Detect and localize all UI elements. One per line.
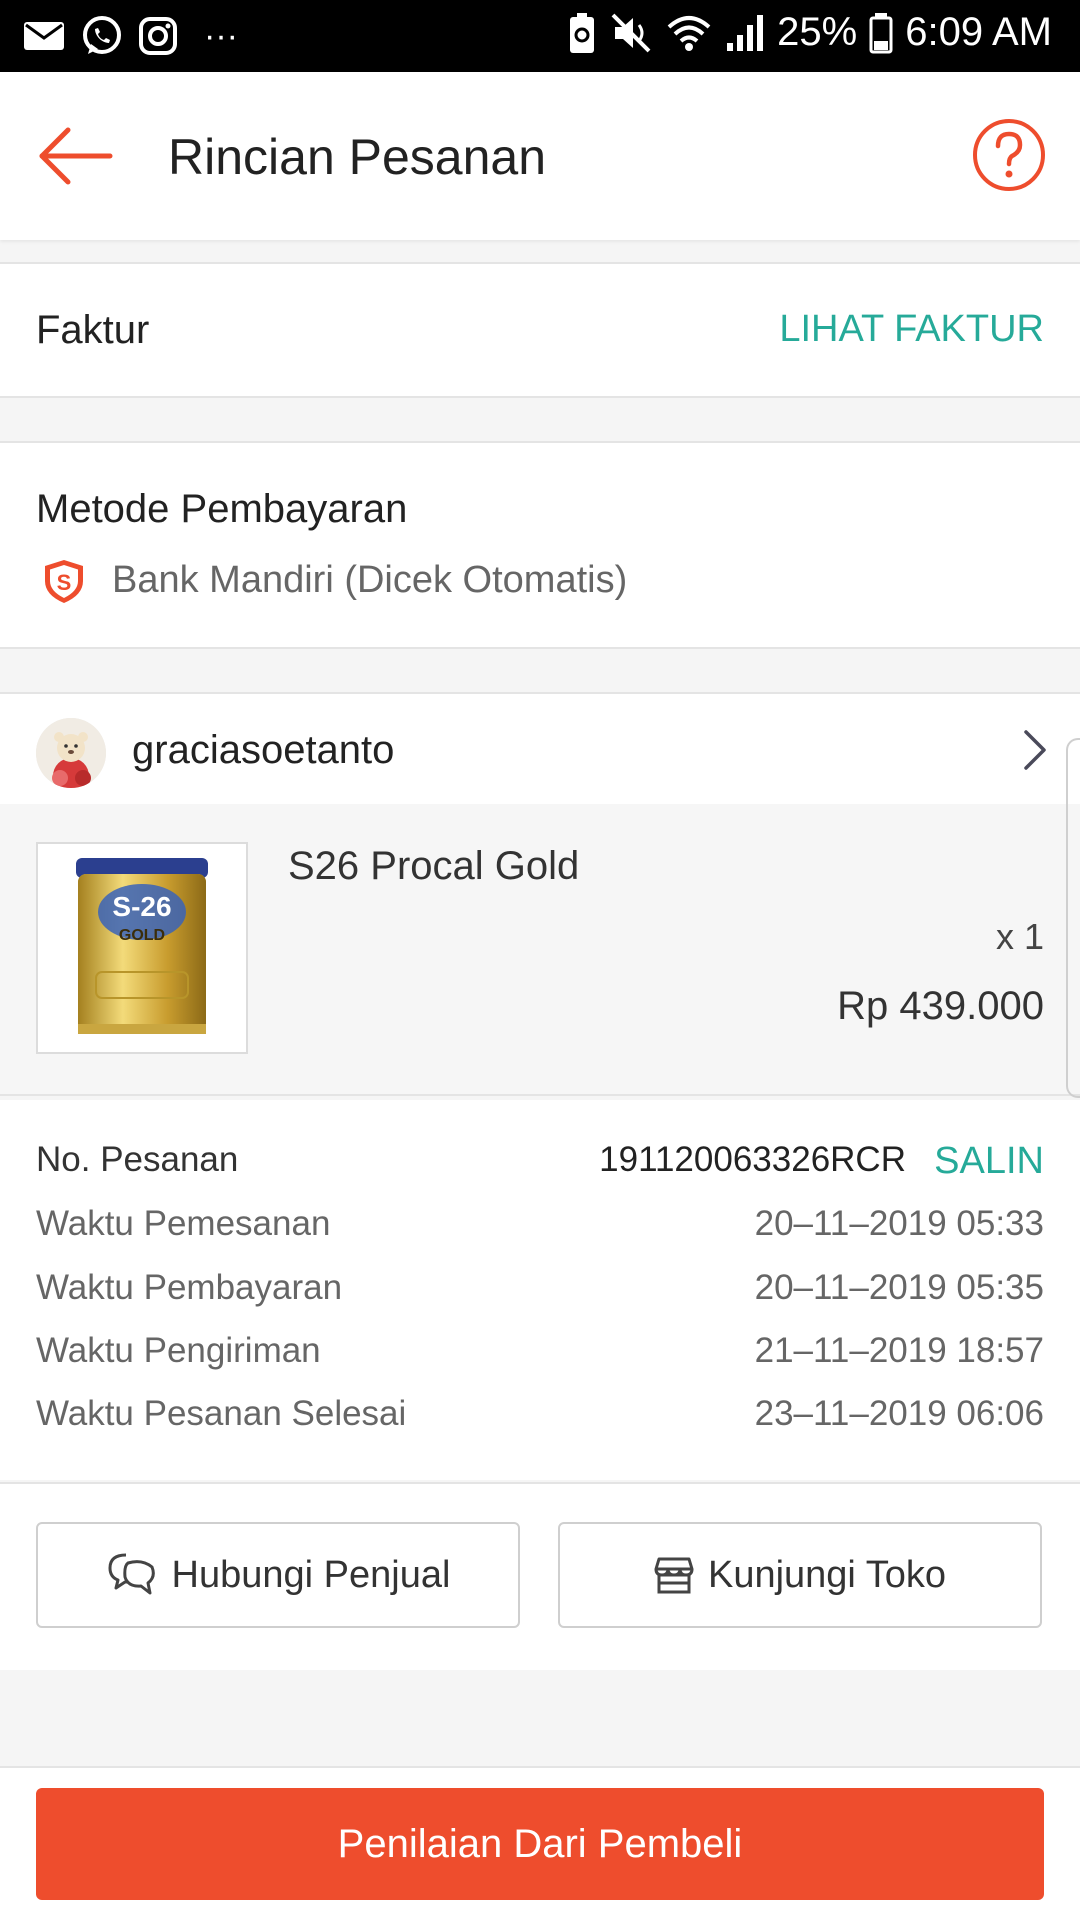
detail-row: Waktu Pemesanan 20–11–2019 05:33 bbox=[36, 1204, 1044, 1254]
scroll-edge-handle bbox=[1066, 738, 1080, 1098]
bottom-bar: Penilaian Dari Pembeli bbox=[0, 1766, 1080, 1922]
order-number-value: 191120063326RCR bbox=[599, 1140, 906, 1179]
help-icon[interactable] bbox=[972, 118, 1046, 192]
clock: 6:09 AM bbox=[905, 10, 1052, 54]
payment-time-value: 20–11–2019 05:35 bbox=[754, 1268, 1044, 1307]
product-image-brand: S-26 bbox=[112, 891, 171, 922]
back-arrow-icon[interactable] bbox=[36, 124, 116, 188]
buyer-rating-button[interactable]: Penilaian Dari Pembeli bbox=[36, 1788, 1044, 1900]
battery-percent: 25% bbox=[777, 10, 858, 54]
shipping-time-value: 21–11–2019 18:57 bbox=[754, 1331, 1044, 1370]
action-buttons: Hubungi Penjual Kunjungi Toko bbox=[0, 1482, 1080, 1670]
order-time-label: Waktu Pemesanan bbox=[36, 1204, 331, 1243]
product-price: Rp 439.000 bbox=[837, 984, 1044, 1028]
payment-method-label: Metode Pembayaran bbox=[36, 487, 408, 531]
signal-icon bbox=[727, 14, 764, 51]
visit-shop-label: Kunjungi Toko bbox=[707, 1553, 947, 1596]
product-quantity: x 1 bbox=[995, 916, 1044, 957]
completed-time-value: 23–11–2019 06:06 bbox=[754, 1394, 1044, 1433]
notification-icons: ··· bbox=[22, 14, 238, 58]
page-title: Rincian Pesanan bbox=[168, 129, 547, 185]
wifi-icon bbox=[667, 15, 711, 51]
product-image[interactable]: S-26 GOLD bbox=[36, 842, 248, 1054]
store-icon bbox=[654, 1557, 694, 1594]
product-name[interactable]: S26 Procal Gold bbox=[288, 844, 579, 889]
contact-seller-label: Hubungi Penjual bbox=[171, 1553, 451, 1596]
payment-method-value: Bank Mandiri (Dicek Otomatis) bbox=[112, 559, 628, 601]
payment-time-label: Waktu Pembayaran bbox=[36, 1268, 343, 1307]
battery-saver-icon bbox=[570, 12, 595, 53]
whatsapp-icon bbox=[83, 16, 121, 54]
chevron-right-icon[interactable] bbox=[1020, 728, 1050, 772]
shield-payment-icon: S bbox=[45, 560, 83, 603]
order-time-value: 20–11–2019 05:33 bbox=[754, 1204, 1044, 1243]
order-details: No. Pesanan 191120063326RCR SALIN Waktu … bbox=[0, 1100, 1080, 1480]
instagram-icon bbox=[139, 17, 177, 55]
milk-can-image: S-26 GOLD bbox=[76, 858, 208, 1034]
detail-row: Waktu Pembayaran 20–11–2019 05:35 bbox=[36, 1268, 1044, 1318]
detail-row: Waktu Pengiriman 21–11–2019 18:57 bbox=[36, 1331, 1044, 1381]
shop-name[interactable]: graciasoetanto bbox=[132, 728, 394, 773]
visit-shop-button[interactable]: Kunjungi Toko bbox=[558, 1522, 1042, 1628]
shop-avatar bbox=[36, 718, 106, 788]
battery-icon bbox=[869, 12, 893, 53]
app-bar: Rincian Pesanan bbox=[0, 72, 1080, 240]
mail-icon bbox=[24, 22, 64, 50]
copy-order-number-button[interactable]: SALIN bbox=[934, 1140, 1044, 1183]
svg-text:S: S bbox=[57, 570, 72, 595]
order-number-row: No. Pesanan 191120063326RCR SALIN bbox=[36, 1140, 1044, 1190]
system-icons: 25% 6:09 AM bbox=[567, 10, 1052, 55]
view-invoice-link[interactable]: LIHAT FAKTUR bbox=[779, 308, 1044, 351]
invoice-section: Faktur LIHAT FAKTUR bbox=[0, 262, 1080, 398]
detail-row: Waktu Pesanan Selesai 23–11–2019 06:06 bbox=[36, 1394, 1044, 1444]
chat-icon bbox=[108, 1553, 155, 1595]
product-image-sub: GOLD bbox=[119, 927, 165, 944]
more-notifications-icon: ··· bbox=[204, 16, 238, 55]
teddy-bear-avatar-icon bbox=[36, 718, 106, 788]
mute-icon bbox=[611, 13, 651, 52]
order-number-label: No. Pesanan bbox=[36, 1140, 239, 1179]
payment-method-section: Metode Pembayaran S Bank Mandiri (Dicek … bbox=[0, 441, 1080, 649]
shipping-time-label: Waktu Pengiriman bbox=[36, 1331, 321, 1370]
shop-row[interactable]: graciasoetanto bbox=[0, 692, 1080, 806]
status-bar: ··· 25% 6:09 AM bbox=[0, 0, 1080, 72]
product-item[interactable]: S-26 GOLD S26 Procal Gold x 1 Rp 439.000 bbox=[0, 804, 1080, 1096]
completed-time-label: Waktu Pesanan Selesai bbox=[36, 1394, 407, 1433]
contact-seller-button[interactable]: Hubungi Penjual bbox=[36, 1522, 520, 1628]
invoice-label: Faktur bbox=[36, 308, 150, 352]
